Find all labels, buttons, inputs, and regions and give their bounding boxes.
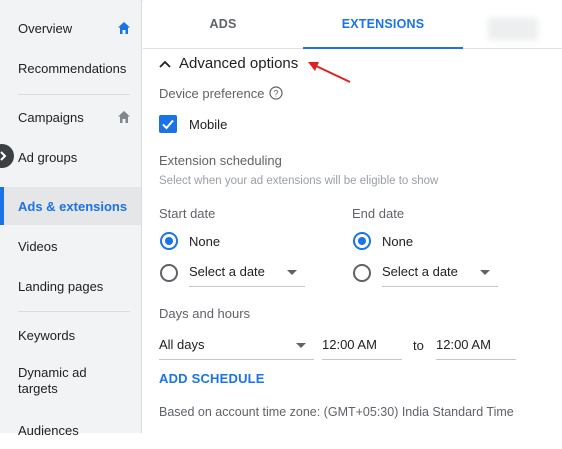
end-date-select-radio[interactable] (353, 264, 371, 282)
end-date-label: End date (352, 206, 405, 221)
extension-scheduling-hint: Select when your ad extensions will be e… (159, 175, 439, 187)
advanced-options-panel: Advanced options Device preference ? Mob… (143, 49, 562, 433)
sidebar-item-overview[interactable]: Overview (0, 9, 141, 47)
tab-bar: ADS EXTENSIONS (143, 0, 562, 49)
sidebar-divider (18, 311, 130, 312)
sidebar-item-label: Overview (18, 20, 73, 36)
annotation-arrow-icon (308, 62, 351, 83)
sidebar-item-landing-pages[interactable]: Landing pages (0, 267, 141, 305)
timezone-text: Based on account time zone: (GMT+05:30) … (159, 405, 514, 419)
end-date-select[interactable]: Select a date (382, 258, 498, 287)
sidebar-item-label: Ad groups (18, 149, 78, 165)
chevron-right-icon (0, 151, 7, 161)
home-icon (118, 111, 130, 123)
home-icon (118, 22, 130, 34)
chevron-down-icon (296, 343, 306, 348)
sidebar-item-label: Ads & extensions (18, 198, 128, 214)
sidebar-divider (18, 94, 130, 95)
tab-obscured (488, 18, 538, 40)
sidebar-item-label: Audiences (18, 422, 79, 438)
sidebar-item-recommendations[interactable]: Recommendations (0, 49, 141, 87)
days-select[interactable]: All days (159, 331, 314, 360)
start-date-label: Start date (159, 206, 216, 221)
advanced-options-title: Advanced options (179, 55, 299, 72)
sidebar-item-ads-extensions[interactable]: Ads & extensions (0, 187, 141, 225)
sidebar-item-label: Keywords (18, 327, 76, 343)
sidebar-item-videos[interactable]: Videos (0, 227, 141, 265)
mobile-label: Mobile (189, 117, 228, 132)
sidebar-item-label: Landing pages (18, 278, 104, 294)
chevron-down-icon (480, 270, 490, 275)
start-date-select[interactable]: Select a date (189, 258, 305, 287)
from-time-select[interactable]: 12:00 AM (322, 331, 402, 360)
sidebar-item-label: Videos (18, 238, 58, 254)
tab-label: EXTENSIONS (341, 17, 425, 31)
start-date-none-radio[interactable] (160, 232, 178, 250)
svg-text:?: ? (273, 89, 278, 99)
sidebar: Overview Recommendations Campaigns Ad gr… (0, 0, 142, 438)
sidebar-item-keywords[interactable]: Keywords (0, 316, 141, 354)
start-date-select-value: Select a date (189, 264, 265, 279)
sidebar-item-ad-groups[interactable]: Ad groups (0, 138, 141, 176)
add-schedule-button[interactable]: ADD SCHEDULE (159, 371, 265, 386)
device-preference-label: Device preference (159, 86, 265, 101)
sidebar-item-audiences[interactable]: Audiences (0, 411, 141, 449)
help-icon[interactable]: ? (269, 86, 283, 100)
extension-scheduling-label: Extension scheduling (159, 153, 282, 168)
sidebar-item-campaigns[interactable]: Campaigns (0, 98, 141, 136)
chevron-down-icon (287, 270, 297, 275)
to-time-select[interactable]: 12:00 AM (436, 331, 516, 360)
checkmark-icon (162, 119, 174, 130)
days-select-value: All days (159, 337, 205, 352)
tab-extensions[interactable]: EXTENSIONS (303, 0, 463, 49)
sidebar-item-label: Recommendations (18, 60, 127, 76)
sidebar-item-label: Dynamic ad targets (18, 365, 87, 396)
to-time-value: 12:00 AM (436, 337, 491, 352)
sidebar-item-dynamic-ad-targets[interactable]: Dynamic ad targets (0, 359, 141, 403)
start-date-select-radio[interactable] (160, 264, 178, 282)
end-date-none-radio[interactable] (353, 232, 371, 250)
start-date-none-label: None (189, 234, 221, 249)
days-hours-label: Days and hours (159, 306, 251, 321)
sidebar-item-label: Campaigns (18, 109, 84, 125)
mobile-checkbox[interactable] (159, 115, 177, 133)
end-date-select-value: Select a date (382, 264, 458, 279)
chevron-up-icon (159, 60, 171, 68)
from-time-value: 12:00 AM (322, 337, 377, 352)
advanced-options-toggle[interactable]: Advanced options (159, 55, 298, 72)
tab-ads[interactable]: ADS (143, 0, 303, 48)
end-date-none-label: None (382, 234, 414, 249)
to-label: to (413, 338, 424, 353)
tab-label: ADS (209, 17, 237, 31)
